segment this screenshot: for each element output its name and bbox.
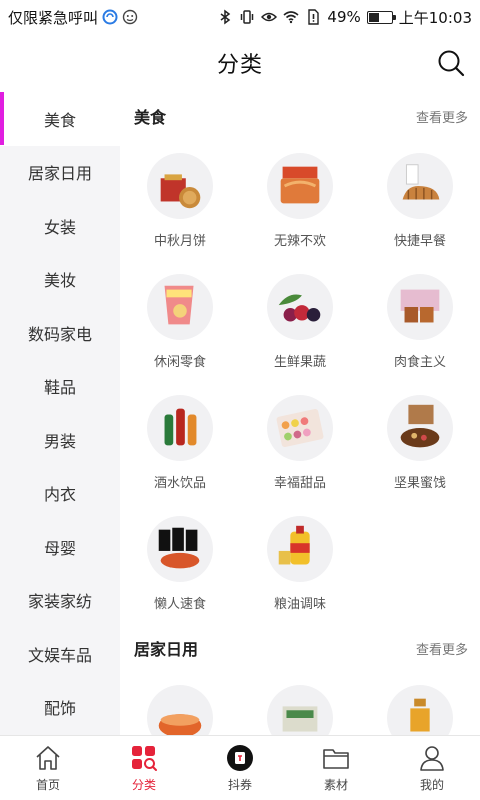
nuts-icon [387, 395, 453, 461]
category-label: 幸福甜品 [273, 476, 326, 491]
sidebar-item[interactable]: 数码家电 [0, 306, 120, 360]
sidebar-item[interactable]: 女装 [0, 199, 120, 253]
sidebar-item[interactable]: 配饰 [0, 681, 120, 735]
sidebar-item[interactable]: 文娱车品 [0, 627, 120, 681]
clock: 上午10:03 [398, 8, 472, 27]
category-tile[interactable]: 坚果蜜饯 [360, 382, 480, 503]
category-label: 懒人速食 [153, 597, 206, 612]
category-tile[interactable] [120, 672, 240, 735]
category-label: 快捷早餐 [393, 234, 446, 249]
category-tile[interactable] [240, 672, 360, 735]
category-grid [120, 672, 480, 735]
category-tile[interactable]: 生鲜果蔬 [240, 261, 360, 382]
tab-label: 素材 [323, 777, 348, 792]
tab-materials[interactable]: 素材 [288, 736, 384, 800]
page-title: 分类 [216, 53, 263, 78]
instant-noodle-icon [147, 516, 213, 582]
battery-icon [366, 10, 396, 24]
category-content: 美食 查看更多 中秋月饼 无辣不欢 快捷早餐 休闲零食 生鲜果蔬 肉食主义 酒水饮品 幸福甜品 坚果… [120, 92, 480, 735]
tab-category[interactable]: 分类 [96, 736, 192, 800]
shampoo-icon [387, 685, 453, 735]
category-tile[interactable]: 粮油调味 [240, 503, 360, 624]
section-header: 美食 查看更多 [120, 92, 480, 140]
sidebar-item[interactable]: 母婴 [0, 520, 120, 574]
macaron-icon [267, 395, 333, 461]
category-label: 休闲零食 [153, 355, 206, 370]
meat-icon [387, 274, 453, 340]
mooncake-icon [147, 153, 213, 219]
tiktok-coupon-icon [227, 744, 253, 771]
category-tile[interactable]: 休闲零食 [120, 261, 240, 382]
sidebar-item[interactable]: 内衣 [0, 467, 120, 521]
category-label: 生鲜果蔬 [273, 355, 326, 370]
bluetooth-icon [220, 9, 231, 25]
eye-comfort-icon [261, 12, 278, 22]
category-tile[interactable] [360, 672, 480, 735]
sim-alert-icon [308, 9, 320, 25]
category-tile[interactable]: 肉食主义 [360, 261, 480, 382]
category-label: 粮油调味 [273, 597, 326, 612]
category-tile[interactable]: 幸福甜品 [240, 382, 360, 503]
search-icon[interactable] [436, 48, 466, 78]
bottom-tab-bar: 首页 分类 抖券 素材 我的 [0, 735, 480, 800]
category-sidebar: 美食 居家日用 女装 美妆 数码家电 鞋品 男装 内衣 母婴 家装家纺 文娱车品 配饰 [0, 92, 120, 735]
folder-icon [323, 748, 349, 769]
tab-label: 分类 [131, 777, 156, 792]
sidebar-item[interactable]: 鞋品 [0, 360, 120, 414]
page-header: 分类 [0, 34, 480, 92]
chips-icon [147, 274, 213, 340]
spicy-snack-icon [267, 153, 333, 219]
category-label: 无辣不欢 [273, 234, 326, 249]
section-header: 居家日用 查看更多 [120, 624, 480, 672]
wifi-icon [283, 11, 299, 24]
tab-label: 抖券 [227, 777, 252, 792]
category-label: 肉食主义 [393, 355, 446, 370]
bread-icon [387, 153, 453, 219]
section-title: 美食 [134, 108, 167, 127]
category-label: 坚果蜜饯 [393, 476, 446, 491]
sidebar-item[interactable]: 美食 [0, 92, 120, 146]
battery-percent: 49% [327, 8, 361, 26]
tab-home[interactable]: 首页 [0, 736, 96, 800]
sidebar-item[interactable]: 家装家纺 [0, 574, 120, 628]
vibrate-icon [241, 10, 254, 24]
category-tile[interactable]: 酒水饮品 [120, 382, 240, 503]
category-tile[interactable]: 快捷早餐 [360, 140, 480, 261]
tab-label: 首页 [35, 777, 60, 792]
category-label: 中秋月饼 [153, 234, 206, 249]
category-tile[interactable]: 懒人速食 [120, 503, 240, 624]
tab-profile[interactable]: 我的 [384, 736, 480, 800]
category-tile[interactable]: 中秋月饼 [120, 140, 240, 261]
home-icon [36, 745, 60, 770]
carrier-text: 仅限紧急呼叫 [8, 8, 99, 27]
storage-icon [267, 685, 333, 735]
sidebar-item[interactable]: 男装 [0, 413, 120, 467]
category-label: 酒水饮品 [153, 476, 206, 491]
view-more-link[interactable]: 查看更多 [416, 107, 468, 126]
category-tile[interactable]: 无辣不欢 [240, 140, 360, 261]
status-bar: 仅限紧急呼叫 49% 上午10:03 [0, 0, 480, 34]
drinks-icon [147, 395, 213, 461]
tab-label: 我的 [419, 777, 444, 792]
category-grid: 中秋月饼 无辣不欢 快捷早餐休闲零食 生鲜果蔬 肉食主义酒水饮品 幸福甜品 坚果蜜饯懒人速食… [120, 140, 480, 624]
sidebar-item[interactable]: 居家日用 [0, 146, 120, 200]
berries-icon [267, 274, 333, 340]
user-icon [420, 745, 444, 771]
hd-call-icon [102, 9, 118, 25]
tab-coupons[interactable]: 抖券 [192, 736, 288, 800]
face-app-icon [122, 9, 138, 25]
oil-bottle-icon [267, 516, 333, 582]
pot-icon [147, 685, 213, 735]
category-grid-icon [132, 745, 157, 771]
view-more-link[interactable]: 查看更多 [416, 639, 468, 658]
sidebar-item[interactable]: 美妆 [0, 253, 120, 307]
section-title: 居家日用 [134, 640, 199, 659]
